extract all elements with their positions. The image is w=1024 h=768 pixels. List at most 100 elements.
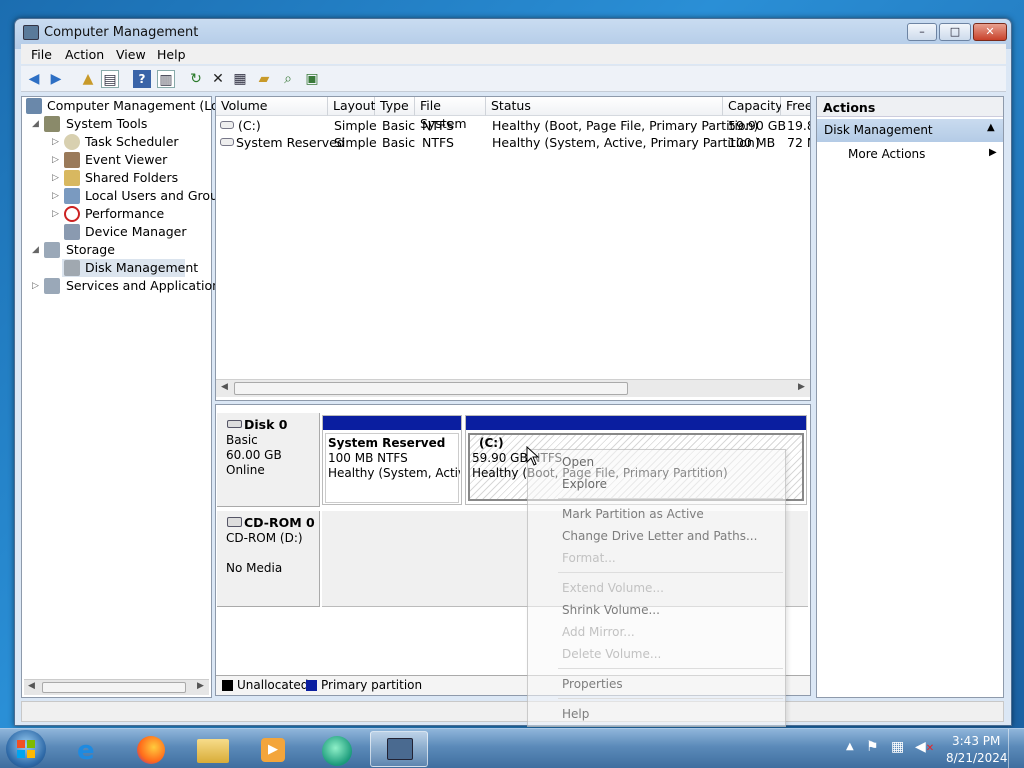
menu-mark-active[interactable]: Mark Partition as Active xyxy=(562,507,704,521)
legend-unallocated: Unallocated xyxy=(237,678,309,692)
col-file-system[interactable]: File System xyxy=(415,97,486,131)
disk0-info[interactable]: Disk 0 Basic 60.00 GB Online xyxy=(217,413,320,507)
show-hide-tree-icon[interactable]: ▤ xyxy=(101,70,119,88)
up-folder-icon[interactable]: ▲ xyxy=(79,70,97,88)
action-center-flag-icon[interactable]: ⚑ xyxy=(866,739,879,755)
window-title: Computer Management xyxy=(44,25,199,40)
forward-arrow-icon[interactable]: ▶ xyxy=(47,70,65,88)
expand-icon[interactable]: ▷ xyxy=(52,205,59,223)
actions-header: Actions xyxy=(817,97,1003,117)
scroll-left-icon[interactable]: ◀ xyxy=(221,382,228,392)
back-arrow-icon[interactable]: ◀ xyxy=(25,70,43,88)
volume-horizontal-scrollbar[interactable]: ◀ ▶ xyxy=(216,379,810,397)
status-bar xyxy=(21,701,1004,722)
title-bar[interactable]: Computer Management – □ ✕ xyxy=(15,19,1011,47)
check-disk-icon[interactable]: ▣ xyxy=(303,70,321,88)
delete-icon[interactable]: ✕ xyxy=(209,70,227,88)
collapse-up-icon[interactable]: ▲ xyxy=(987,122,995,133)
close-button[interactable]: ✕ xyxy=(973,23,1007,41)
menu-open[interactable]: Open xyxy=(562,455,594,469)
menu-shrink-volume[interactable]: Shrink Volume... xyxy=(562,603,660,617)
expand-icon[interactable]: ▷ xyxy=(52,133,59,151)
taskbar-computer-management[interactable] xyxy=(370,731,428,767)
menu-bar: File Action View Help xyxy=(21,44,1006,64)
menu-separator xyxy=(558,698,783,699)
cdrom0-info[interactable]: CD-ROM 0 CD-ROM (D:) No Media xyxy=(217,511,320,607)
tree-services-label: Services and Applications xyxy=(66,278,227,293)
col-free[interactable]: Free xyxy=(781,97,810,116)
open-folder-icon[interactable]: ▰ xyxy=(255,70,273,88)
expand-icon[interactable]: ▷ xyxy=(52,151,59,169)
volume-list-panel: Volume Layout Type File System Status Ca… xyxy=(215,96,811,401)
menu-view[interactable]: View xyxy=(116,47,146,62)
tree-disk-management[interactable]: Disk Management xyxy=(62,259,198,277)
menu-help[interactable]: Help xyxy=(562,707,589,721)
clock-time[interactable]: 3:43 PM xyxy=(952,734,1000,748)
c-drive-name: (C:) xyxy=(479,436,504,450)
clock-date[interactable]: 8/21/2024 xyxy=(946,751,1008,765)
col-status[interactable]: Status xyxy=(486,97,723,116)
partition-color-bar xyxy=(323,416,461,430)
cell-capacity: 100 MB xyxy=(728,135,776,150)
scroll-right-icon[interactable]: ▶ xyxy=(798,382,805,392)
cell-layout: Simple xyxy=(334,135,377,150)
taskbar-explorer[interactable] xyxy=(185,731,241,767)
tree-horizontal-scrollbar[interactable]: ◀ ▶ xyxy=(24,679,209,695)
collapse-icon[interactable]: ◢ xyxy=(32,115,39,133)
expand-icon[interactable]: ▷ xyxy=(52,169,59,187)
actions-section-disk-management[interactable]: Disk Management ▲ xyxy=(817,119,1003,142)
show-desktop-button[interactable] xyxy=(1008,729,1024,768)
cell-free: 19.8 xyxy=(787,118,810,133)
cdrom0-drive: CD-ROM (D:) xyxy=(226,531,303,545)
more-actions-item[interactable]: More Actions ▶ xyxy=(817,145,1003,165)
menu-action[interactable]: Action xyxy=(65,47,104,62)
hard-disk-icon xyxy=(227,420,242,428)
help-icon[interactable]: ? xyxy=(133,70,151,88)
table-row[interactable]: (C:) Simple Basic NTFS Healthy (Boot, Pa… xyxy=(216,117,810,134)
menu-explore[interactable]: Explore xyxy=(562,477,607,491)
menu-properties[interactable]: Properties xyxy=(562,677,623,691)
minimize-button[interactable]: – xyxy=(907,23,937,41)
taskbar-app-green[interactable] xyxy=(309,731,365,767)
disk0-name: Disk 0 xyxy=(244,417,288,432)
col-type[interactable]: Type xyxy=(375,97,415,116)
tree-performance-label: Performance xyxy=(85,206,165,221)
expand-icon[interactable]: ▷ xyxy=(32,277,39,295)
volume-muted-icon[interactable]: ◀✕ xyxy=(915,739,934,755)
table-row[interactable]: System Reserved Simple Basic NTFS Health… xyxy=(216,134,810,151)
menu-delete-volume: Delete Volume... xyxy=(562,647,662,661)
menu-file[interactable]: File xyxy=(31,47,52,62)
services-icon xyxy=(44,278,60,294)
col-volume[interactable]: Volume xyxy=(216,97,328,116)
scrollbar-thumb[interactable] xyxy=(234,382,628,395)
menu-change-letter[interactable]: Change Drive Letter and Paths... xyxy=(562,529,757,543)
volume-icon xyxy=(220,121,234,129)
taskbar-internet-explorer[interactable]: e xyxy=(63,731,119,767)
unallocated-swatch xyxy=(222,680,233,691)
more-actions-label: More Actions xyxy=(848,147,926,161)
scroll-right-icon[interactable]: ▶ xyxy=(197,681,204,691)
collapse-icon[interactable]: ◢ xyxy=(32,241,39,259)
search-icon[interactable]: ⌕ xyxy=(279,70,297,88)
menu-help[interactable]: Help xyxy=(157,47,186,62)
system-reserved-partition[interactable]: System Reserved 100 MB NTFS Healthy (Sys… xyxy=(322,415,462,505)
start-button[interactable] xyxy=(6,730,46,768)
scrollbar-thumb[interactable] xyxy=(42,682,186,693)
taskbar-media-player[interactable]: ▶ xyxy=(245,731,301,767)
refresh-icon[interactable]: ↻ xyxy=(187,70,205,88)
maximize-button[interactable]: □ xyxy=(939,23,971,41)
network-icon[interactable]: ▦ xyxy=(891,739,904,755)
properties-icon[interactable]: ▦ xyxy=(231,70,249,88)
system-reserved-status: Healthy (System, Active, xyxy=(328,466,460,480)
col-capacity[interactable]: Capacity xyxy=(723,97,783,116)
taskbar-firefox[interactable] xyxy=(123,731,179,767)
scroll-left-icon[interactable]: ◀ xyxy=(28,681,35,691)
show-hidden-icons-icon[interactable]: ▲ xyxy=(846,741,854,752)
expand-icon[interactable]: ▷ xyxy=(52,187,59,205)
legend-primary: Primary partition xyxy=(321,678,423,692)
submenu-arrow-icon: ▶ xyxy=(989,147,997,158)
cell-file-system: NTFS xyxy=(422,118,454,133)
show-action-pane-icon[interactable]: ▥ xyxy=(157,70,175,88)
menu-separator xyxy=(558,572,783,573)
col-layout[interactable]: Layout xyxy=(328,97,376,116)
